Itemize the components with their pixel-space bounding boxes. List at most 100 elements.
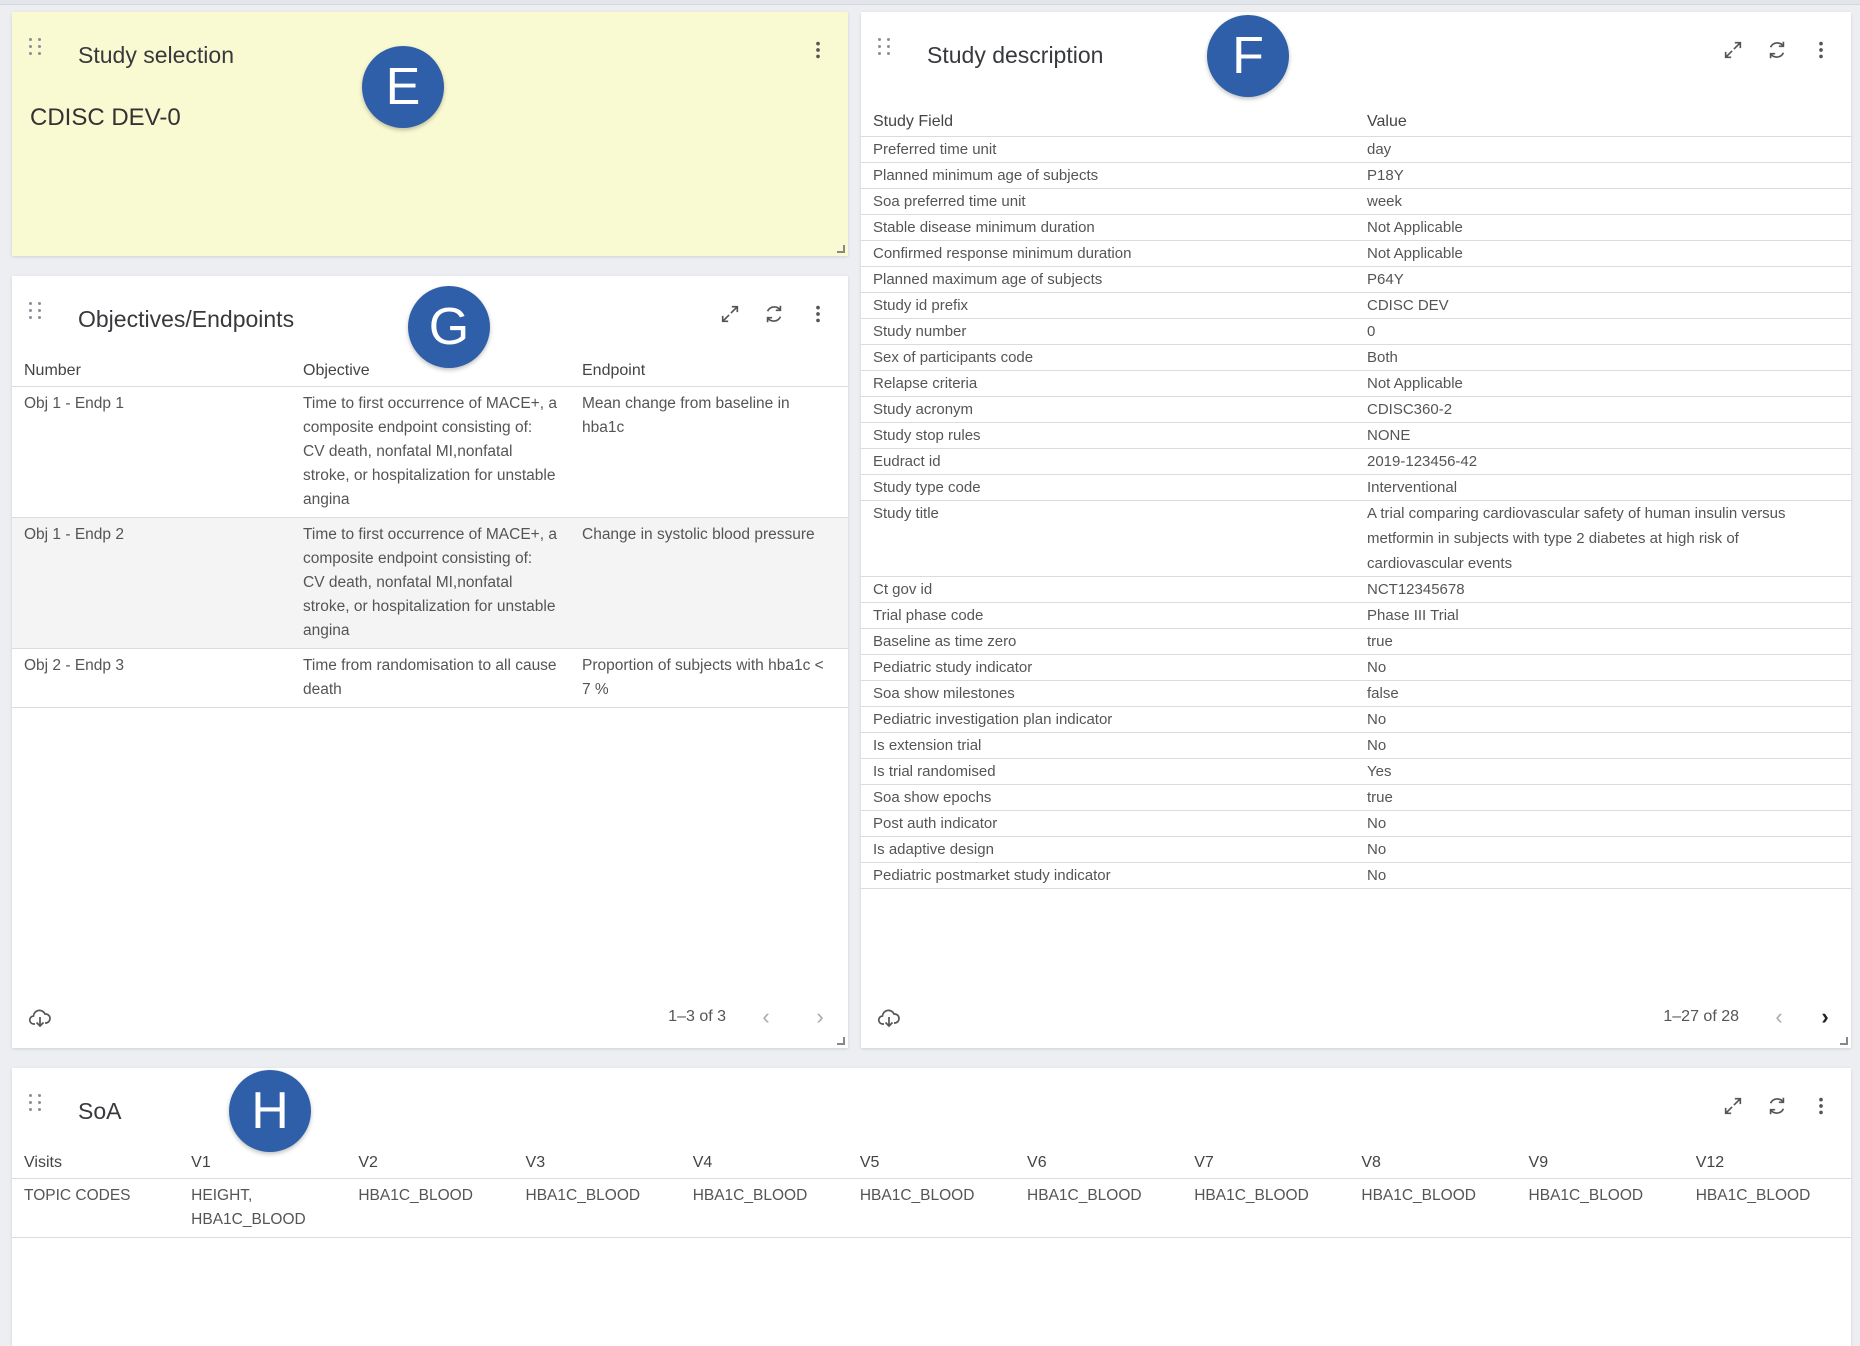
table-row[interactable]: Post auth indicator No bbox=[861, 810, 1851, 837]
table-row[interactable]: Obj 1 - Endp 2 Time to first occurrence o… bbox=[12, 517, 848, 649]
drag-handle-icon[interactable] bbox=[29, 302, 43, 320]
table-row[interactable]: Sex of participants code Both bbox=[861, 344, 1851, 371]
study-field-cell: Study id prefix bbox=[861, 292, 1355, 319]
study-field-cell: Planned minimum age of subjects bbox=[861, 162, 1355, 189]
topic-code-cell: HBA1C_BLOOD bbox=[513, 1178, 681, 1238]
topic-code-cell: HBA1C_BLOOD bbox=[1516, 1178, 1684, 1238]
more-vert-icon[interactable] bbox=[806, 302, 830, 326]
card-title: Objectives/Endpoints bbox=[78, 306, 295, 332]
table-row[interactable]: Planned maximum age of subjects P64Y bbox=[861, 266, 1851, 293]
table-row[interactable]: Study type code Interventional bbox=[861, 474, 1851, 501]
study-value-cell: Yes bbox=[1355, 758, 1851, 785]
table-row[interactable]: Eudract id 2019-123456-42 bbox=[861, 448, 1851, 475]
expand-icon[interactable] bbox=[718, 302, 742, 326]
table-row[interactable]: Planned minimum age of subjects P18Y bbox=[861, 162, 1851, 189]
column-header-v5[interactable]: V5 bbox=[847, 1148, 1016, 1179]
resize-handle[interactable] bbox=[1840, 1037, 1848, 1045]
study-field-cell: Is trial randomised bbox=[861, 758, 1355, 785]
expand-icon[interactable] bbox=[1721, 38, 1745, 62]
table-row[interactable]: Soa preferred time unit week bbox=[861, 188, 1851, 215]
download-icon[interactable] bbox=[28, 1006, 52, 1030]
table-row[interactable]: Stable disease minimum duration Not Appli… bbox=[861, 214, 1851, 241]
chevron-left-icon[interactable]: ‹ bbox=[752, 1003, 780, 1031]
table-row[interactable]: Confirmed response minimum duration Not A… bbox=[861, 240, 1851, 267]
table-row[interactable]: Is extension trial No bbox=[861, 732, 1851, 759]
study-value-cell: Not Applicable bbox=[1355, 214, 1851, 241]
chevron-left-icon[interactable]: ‹ bbox=[1765, 1003, 1793, 1031]
study-value-cell: true bbox=[1355, 784, 1851, 811]
table-row[interactable]: Study stop rules NONE bbox=[861, 422, 1851, 449]
table-row[interactable]: Study acronym CDISC360-2 bbox=[861, 396, 1851, 423]
study-field-cell: Post auth indicator bbox=[861, 810, 1355, 837]
table-row[interactable]: Obj 2 - Endp 3 Time from randomisation to… bbox=[12, 648, 848, 708]
resize-handle[interactable] bbox=[837, 1037, 845, 1045]
study-field-cell: Relapse criteria bbox=[861, 370, 1355, 397]
pagination-label: 1–27 of 28 bbox=[1663, 1008, 1739, 1025]
table-row[interactable]: Obj 1 - Endp 1 Time to first occurrence o… bbox=[12, 386, 848, 518]
column-header-v6[interactable]: V6 bbox=[1015, 1148, 1183, 1179]
annotation-badge-f: F bbox=[1207, 15, 1289, 97]
drag-handle-icon[interactable] bbox=[878, 38, 892, 56]
table-row[interactable]: Study title A trial comparing cardiovascu… bbox=[861, 500, 1851, 577]
chevron-right-icon[interactable]: › bbox=[806, 1003, 834, 1031]
study-value-cell: No bbox=[1355, 862, 1851, 889]
column-header-v8[interactable]: V8 bbox=[1349, 1148, 1517, 1179]
study-value-cell: day bbox=[1355, 136, 1851, 163]
more-vert-icon[interactable] bbox=[1809, 1094, 1833, 1118]
table-row[interactable]: Study number 0 bbox=[861, 318, 1851, 345]
drag-handle-icon[interactable] bbox=[29, 38, 43, 56]
objectives-table: Number Objective Endpoint Obj 1 - Endp 1… bbox=[12, 356, 848, 708]
column-header-v3[interactable]: V3 bbox=[513, 1148, 681, 1179]
table-row[interactable]: Soa show epochs true bbox=[861, 784, 1851, 811]
endpoint-cell: Change in systolic blood pressure bbox=[570, 517, 848, 649]
table-row[interactable]: Relapse criteria Not Applicable bbox=[861, 370, 1851, 397]
column-header-v9[interactable]: V9 bbox=[1516, 1148, 1684, 1179]
study-value-cell: No bbox=[1355, 732, 1851, 759]
column-header-v2[interactable]: V2 bbox=[346, 1148, 514, 1179]
table-row[interactable]: Baseline as time zero true bbox=[861, 628, 1851, 655]
table-row[interactable]: Is adaptive design No bbox=[861, 836, 1851, 863]
refresh-icon[interactable] bbox=[1765, 38, 1789, 62]
table-row[interactable]: TOPIC CODES HEIGHT, HBA1C_BLOOD HBA1C_BLOO… bbox=[12, 1178, 1851, 1238]
card-actions bbox=[1721, 38, 1833, 62]
table-row[interactable]: Soa show milestones false bbox=[861, 680, 1851, 707]
column-header-value[interactable]: Value bbox=[1355, 108, 1851, 137]
more-vert-icon[interactable] bbox=[806, 38, 830, 62]
table-row[interactable]: Is trial randomised Yes bbox=[861, 758, 1851, 785]
column-header-v1[interactable]: V1 bbox=[179, 1148, 347, 1179]
row-label-cell: TOPIC CODES bbox=[12, 1178, 180, 1238]
table-row[interactable]: Trial phase code Phase III Trial bbox=[861, 602, 1851, 629]
number-cell: Obj 2 - Endp 3 bbox=[12, 648, 291, 708]
study-value-cell: No bbox=[1355, 836, 1851, 863]
table-row[interactable]: Pediatric investigation plan indicator No bbox=[861, 706, 1851, 733]
table-row[interactable]: Preferred time unit day bbox=[861, 136, 1851, 163]
column-header-number[interactable]: Number bbox=[12, 356, 291, 387]
study-field-cell: Study type code bbox=[861, 474, 1355, 501]
download-icon[interactable] bbox=[877, 1006, 901, 1030]
column-header-endpoint[interactable]: Endpoint bbox=[570, 356, 848, 387]
table-row[interactable]: Pediatric postmarket study indicator No bbox=[861, 862, 1851, 889]
table-row[interactable]: Pediatric study indicator No bbox=[861, 654, 1851, 681]
study-field-cell: Is adaptive design bbox=[861, 836, 1355, 863]
column-header-v4[interactable]: V4 bbox=[680, 1148, 848, 1179]
refresh-icon[interactable] bbox=[1765, 1094, 1789, 1118]
column-header-study-field[interactable]: Study Field bbox=[861, 108, 1355, 137]
study-value-cell: A trial comparing cardiovascular safety … bbox=[1355, 500, 1851, 577]
expand-icon[interactable] bbox=[1721, 1094, 1745, 1118]
refresh-icon[interactable] bbox=[762, 302, 786, 326]
column-header-v12[interactable]: V12 bbox=[1683, 1148, 1851, 1179]
resize-handle[interactable] bbox=[837, 245, 845, 253]
column-header-v7[interactable]: V7 bbox=[1182, 1148, 1350, 1179]
chevron-right-icon[interactable]: › bbox=[1811, 1003, 1839, 1031]
study-field-cell: Stable disease minimum duration bbox=[861, 214, 1355, 241]
drag-handle-icon[interactable] bbox=[29, 1094, 43, 1112]
study-value-cell: CDISC360-2 bbox=[1355, 396, 1851, 423]
objective-cell: Time from randomisation to all cause dea… bbox=[291, 648, 570, 708]
table-row[interactable]: Ct gov id NCT12345678 bbox=[861, 576, 1851, 603]
study-value-cell: Not Applicable bbox=[1355, 370, 1851, 397]
column-header-visits[interactable]: Visits bbox=[12, 1148, 180, 1179]
card-actions bbox=[1721, 1094, 1833, 1118]
annotation-badge-g: G bbox=[408, 286, 490, 368]
more-vert-icon[interactable] bbox=[1809, 38, 1833, 62]
table-row[interactable]: Study id prefix CDISC DEV bbox=[861, 292, 1851, 319]
